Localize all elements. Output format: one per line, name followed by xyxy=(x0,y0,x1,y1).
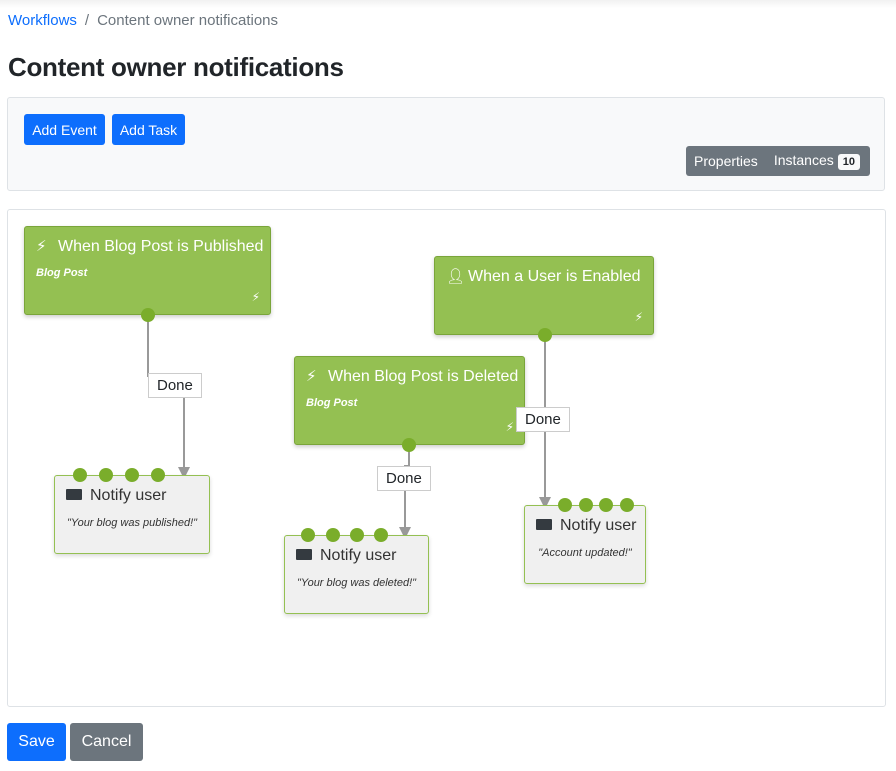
endpoint-source[interactable] xyxy=(402,438,416,452)
user-check-icon: 👤︎ xyxy=(446,268,466,285)
add-event-button[interactable]: Add Event xyxy=(24,114,105,145)
event-title-wrap: 👤︎ When a User is Enabled xyxy=(446,267,641,286)
save-button[interactable]: Save xyxy=(7,723,66,761)
endpoint-outcome[interactable] xyxy=(99,468,113,482)
event-blog-published[interactable]: ⚡︎ When Blog Post is Published Blog Post … xyxy=(24,226,271,315)
envelope-icon xyxy=(536,519,552,530)
endpoint-outcome[interactable] xyxy=(579,498,593,512)
endpoint-outcome[interactable] xyxy=(620,498,634,512)
endpoint-outcome[interactable] xyxy=(558,498,572,512)
task-message: "Your blog was deleted!" xyxy=(296,577,417,589)
cancel-button[interactable]: Cancel xyxy=(70,723,143,761)
designer-toolbar: Add Event Add Task Properties Instances 1… xyxy=(7,97,885,191)
connection-label: Done xyxy=(516,407,570,432)
event-title: When a User is Enabled xyxy=(468,268,641,285)
endpoint-outcome[interactable] xyxy=(125,468,139,482)
task-title-wrap: Notify user xyxy=(296,547,396,565)
task-notify-deleted[interactable]: Notify user "Your blog was deleted!" xyxy=(284,535,429,614)
task-title-wrap: Notify user xyxy=(536,517,636,535)
instances-button[interactable]: Instances 10 xyxy=(766,152,868,170)
properties-button[interactable]: Properties xyxy=(686,153,766,169)
event-title-wrap: ⚡︎ When Blog Post is Deleted xyxy=(306,367,518,386)
endpoint-outcome[interactable] xyxy=(599,498,613,512)
instances-label: Instances xyxy=(773,152,834,168)
event-user-enabled[interactable]: 👤︎ When a User is Enabled ⚡︎ xyxy=(434,256,654,335)
task-notify-published[interactable]: Notify user "Your blog was published!" xyxy=(54,475,210,554)
breadcrumb: Workflows / Content owner notifications xyxy=(8,12,278,29)
workflow-tabs: Properties Instances 10 xyxy=(686,146,870,176)
task-message: "Account updated!" xyxy=(538,547,632,559)
event-blog-deleted[interactable]: ⚡︎ When Blog Post is Deleted Blog Post ⚡︎ xyxy=(294,356,525,445)
connection-label: Done xyxy=(148,373,202,398)
endpoint-outcome[interactable] xyxy=(151,468,165,482)
add-task-button[interactable]: Add Task xyxy=(112,114,185,145)
task-title: Notify user xyxy=(560,517,637,534)
bolt-icon: ⚡︎ xyxy=(306,368,317,385)
connection-label: Done xyxy=(377,466,431,491)
event-title-wrap: ⚡︎ When Blog Post is Published xyxy=(36,237,263,256)
breadcrumb-workflows-link[interactable]: Workflows xyxy=(8,12,77,29)
envelope-icon xyxy=(66,489,82,500)
workflow-canvas[interactable]: ⚡︎ When Blog Post is Published Blog Post … xyxy=(7,209,886,707)
breadcrumb-separator: / xyxy=(84,12,90,29)
page-title: Content owner notifications xyxy=(8,52,344,82)
bolt-icon: ⚡︎ xyxy=(505,420,514,434)
endpoint-outcome[interactable] xyxy=(301,528,315,542)
event-title: When Blog Post is Deleted xyxy=(328,368,519,385)
task-message: "Your blog was published!" xyxy=(66,517,198,529)
breadcrumb-current: Content owner notifications xyxy=(97,12,279,29)
endpoint-outcome[interactable] xyxy=(73,468,87,482)
envelope-icon xyxy=(296,549,312,560)
endpoint-outcome[interactable] xyxy=(350,528,364,542)
bolt-icon: ⚡︎ xyxy=(36,238,47,255)
instances-count-badge: 10 xyxy=(837,154,860,170)
task-title: Notify user xyxy=(90,487,167,504)
endpoint-outcome[interactable] xyxy=(326,528,340,542)
task-notify-account[interactable]: Notify user "Account updated!" xyxy=(524,505,646,584)
task-title: Notify user xyxy=(320,547,397,564)
event-title: When Blog Post is Published xyxy=(58,238,264,255)
bolt-icon: ⚡︎ xyxy=(634,310,643,324)
endpoint-source[interactable] xyxy=(141,308,155,322)
endpoint-outcome[interactable] xyxy=(374,528,388,542)
task-title-wrap: Notify user xyxy=(66,487,166,505)
event-subtitle: Blog Post xyxy=(306,397,358,409)
bolt-icon: ⚡︎ xyxy=(251,290,260,304)
event-subtitle: Blog Post xyxy=(36,267,88,279)
endpoint-source[interactable] xyxy=(538,328,552,342)
top-shadow xyxy=(0,0,896,8)
